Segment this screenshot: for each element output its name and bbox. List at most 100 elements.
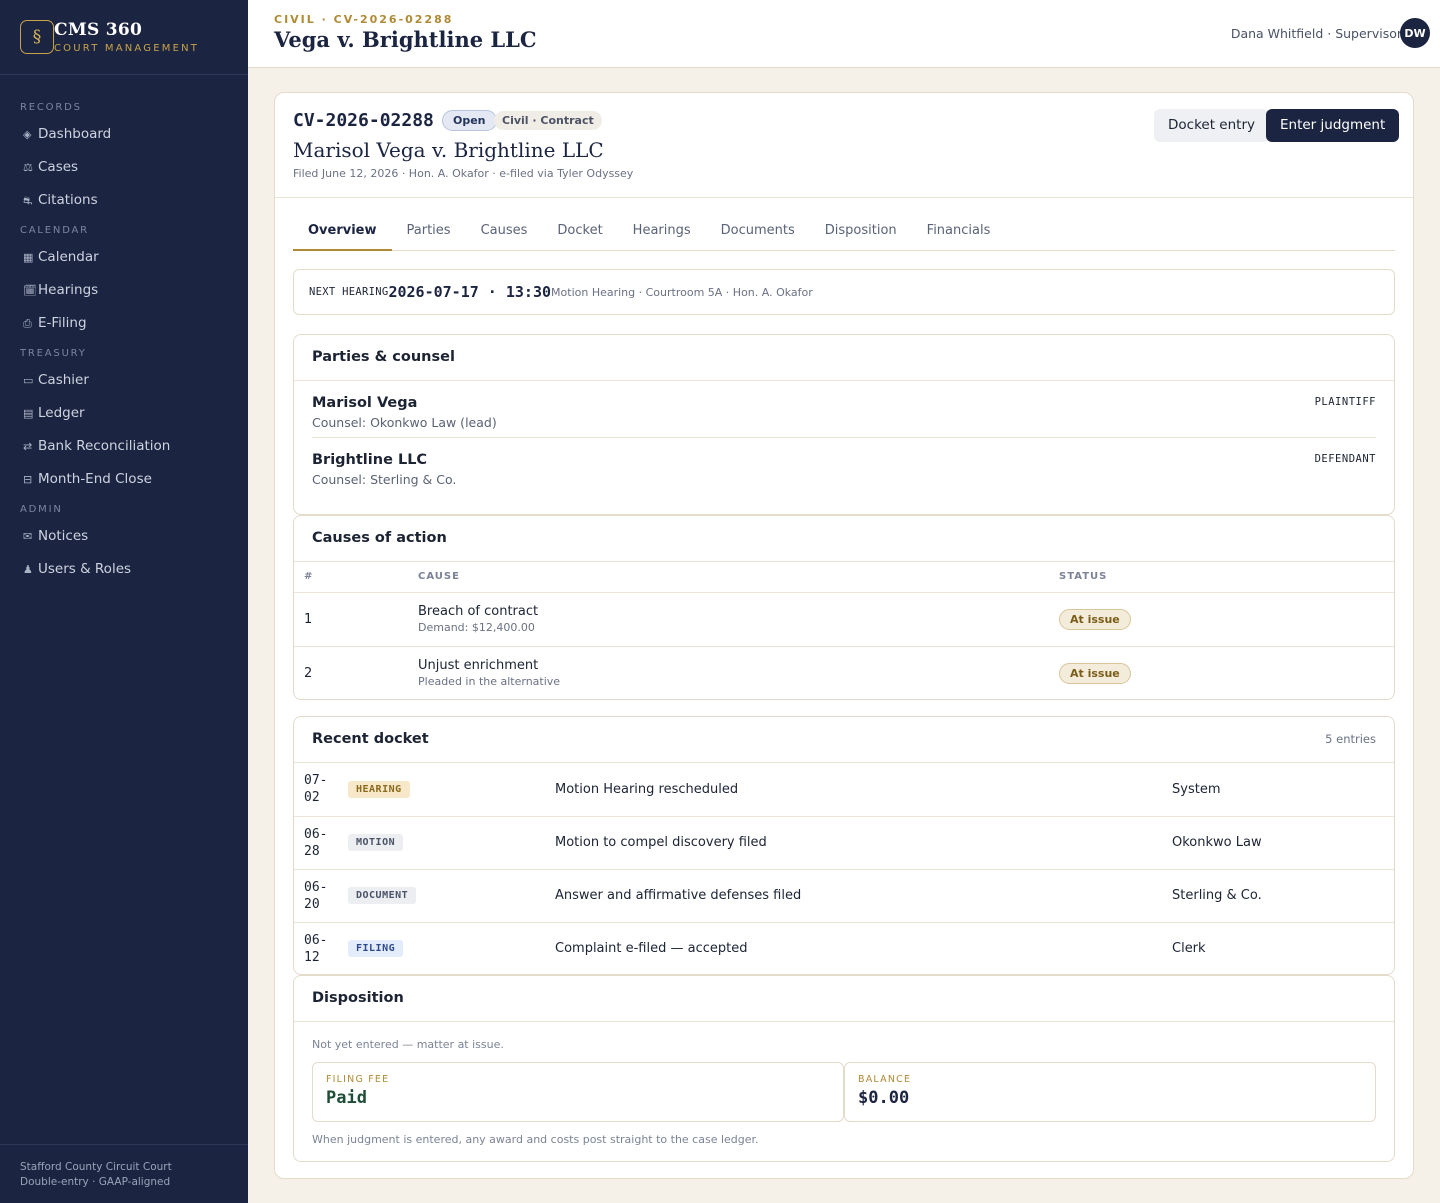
tab-overview[interactable]: Overview <box>293 216 392 251</box>
scales-icon: ⚖ <box>23 161 33 174</box>
docket-tag: HEARING <box>348 780 410 798</box>
sidebar-item-users-roles[interactable]: ♟ Users & Roles <box>0 553 248 586</box>
app-subtitle: COURT MANAGEMENT <box>54 43 200 54</box>
docket-count: 5 entries <box>1325 732 1376 746</box>
cause-detail: Demand: $12,400.00 <box>418 621 535 634</box>
enter-judgment-button[interactable]: Enter judgment <box>1266 109 1400 142</box>
avatar[interactable]: DW <box>1400 18 1430 48</box>
docket-entry: Complaint e-filed — accepted <box>555 941 748 957</box>
brand[interactable]: § CMS 360 COURT MANAGEMENT <box>0 0 248 75</box>
case-card: CV-2026-02288 Open Civil · Contract Mari… <box>274 92 1414 1179</box>
docket-entry-button[interactable]: Docket entry <box>1154 109 1269 142</box>
printer-icon: ⎙ <box>23 317 32 330</box>
date-day: 20 <box>304 896 320 912</box>
docket-table: 07- 02 HEARING Motion Hearing rescheduled… <box>294 763 1394 975</box>
status-cell: At issue <box>1049 646 1394 700</box>
panel-title: Parties & counsel <box>294 335 1394 381</box>
docket-tag: FILING <box>348 940 404 958</box>
disposition-footnote: When judgment is entered, any award and … <box>312 1133 759 1146</box>
date-day: 28 <box>304 843 320 859</box>
breadcrumb[interactable]: CIVIL · CV-2026-02288 <box>274 13 453 26</box>
sidebar-item-label: Calendar <box>38 249 99 265</box>
next-hearing-datetime: 2026-07-17 · 13:30 <box>388 283 552 301</box>
panel-title-text: Recent docket <box>312 731 429 747</box>
date-day: 12 <box>304 949 320 965</box>
list-item[interactable]: Marisol Vega Counsel: Okonkwo Law (lead)… <box>312 381 1376 438</box>
filing-fee-value: Paid <box>326 1088 367 1108</box>
docket-entry: Motion Hearing rescheduled <box>555 763 1172 817</box>
causes-table: # CAUSE STATUS 1 Breach of contract Dema… <box>294 562 1394 700</box>
docket-entry: Motion to compel discovery filed <box>555 816 1172 870</box>
card-icon: ▭ <box>23 374 34 387</box>
cause-number: 2 <box>304 665 313 681</box>
section-logo-icon: § <box>20 20 54 54</box>
column-header: CAUSE <box>408 562 1049 593</box>
list-item[interactable]: Brightline LLC Counsel: Sterling & Co. D… <box>312 438 1376 495</box>
envelope-icon: ✉ <box>23 530 33 543</box>
case-tabs: Overview Parties Causes Docket Hearings … <box>293 216 1395 251</box>
panel-title: Disposition <box>294 976 1394 1022</box>
sidebar-item-cashier[interactable]: ▭ Cashier <box>0 364 248 397</box>
tab-parties[interactable]: Parties <box>392 216 466 251</box>
tab-causes[interactable]: Causes <box>466 216 543 251</box>
table-row[interactable]: 2 Unjust enrichment Pleaded in the alter… <box>294 646 1394 700</box>
sidebar-item-label: E-Filing <box>38 315 87 331</box>
date-month: 06- <box>304 826 328 842</box>
table-row[interactable]: 06- 20 DOCUMENT Answer and affirmative de… <box>294 869 1394 923</box>
sidebar-item-efiling[interactable]: ⎙ E-Filing <box>0 307 248 340</box>
disposition-panel: Disposition Not yet entered — matter at … <box>293 975 1395 1162</box>
docket-author: System <box>1172 763 1394 817</box>
docket-tag: DOCUMENT <box>348 887 417 904</box>
sidebar-item-label: Cases <box>38 159 79 175</box>
sidebar: § CMS 360 COURT MANAGEMENT RECORDS ◈ Dash… <box>0 0 248 1203</box>
status-badge: At issue <box>1059 662 1131 684</box>
tab-financials[interactable]: Financials <box>912 216 1006 251</box>
table-row[interactable]: 06- 12 FILING Complaint e-filed — accepte… <box>294 922 1394 975</box>
sidebar-item-label: Notices <box>38 528 89 544</box>
dashboard-icon: ◈ <box>23 128 32 141</box>
sidebar-item-month-end-close[interactable]: ⊟ Month-End Close <box>0 463 248 496</box>
tab-docket[interactable]: Docket <box>542 216 617 251</box>
sidebar-item-ledger[interactable]: ▤ Ledger <box>0 397 248 430</box>
table-row[interactable]: 06- 28 MOTION Motion to compel discovery … <box>294 816 1394 870</box>
disposition-note: Not yet entered — matter at issue. <box>312 1038 504 1051</box>
cause-name: Breach of contract <box>418 604 539 619</box>
cause-detail: Pleaded in the alternative <box>418 675 561 689</box>
parties-panel: Parties & counsel Marisol Vega Counsel: … <box>293 334 1395 515</box>
user-menu[interactable]: Dana Whitfield · Supervisor DW <box>1231 18 1430 48</box>
sidebar-item-hearings[interactable]: 🗓 Hearings <box>0 274 248 307</box>
balance-value: $0.00 <box>858 1088 910 1108</box>
sidebar-item-notices[interactable]: ✉ Notices <box>0 520 248 553</box>
calendar-spiral-icon: 🗓 <box>23 284 37 297</box>
case-title: Marisol Vega v. Brightline LLC <box>293 138 604 162</box>
app-name: CMS 360 <box>54 20 143 40</box>
exchange-icon: ⇄ <box>23 440 33 453</box>
docket-entry: Answer and affirmative defenses filed <box>555 869 1172 923</box>
calendar-icon: ▦ <box>23 251 34 264</box>
sidebar-item-bank-reconciliation[interactable]: ⇄ Bank Reconciliation <box>0 430 248 463</box>
docket-date: 06- 12 <box>294 922 348 975</box>
sidebar-item-calendar[interactable]: ▦ Calendar <box>0 241 248 274</box>
sidebar-item-dashboard[interactable]: ◈ Dashboard <box>0 118 248 151</box>
sidebar-item-cases[interactable]: ⚖ Cases <box>0 151 248 184</box>
sidebar-item-citations[interactable]: ⛐ Citations <box>0 184 248 217</box>
tab-hearings[interactable]: Hearings <box>618 216 706 251</box>
date-month: 06- <box>304 879 328 895</box>
sidebar-item-label: Bank Reconciliation <box>38 438 171 454</box>
table-row[interactable]: 07- 02 HEARING Motion Hearing rescheduled… <box>294 763 1394 817</box>
party-counsel: Counsel: Okonkwo Law (lead) <box>312 415 497 430</box>
tab-documents[interactable]: Documents <box>706 216 810 251</box>
status-cell: At issue <box>1049 592 1394 647</box>
docket-date: 07- 02 <box>294 763 348 817</box>
next-hearing-banner[interactable]: NEXT HEARING 2026-07-17 · 13:30 Motion H… <box>293 269 1395 315</box>
user-name: Dana Whitfield · Supervisor <box>1230 25 1402 41</box>
ledger-icon: ▤ <box>23 407 34 420</box>
tab-disposition[interactable]: Disposition <box>810 216 912 251</box>
docket-type: MOTION <box>348 816 555 870</box>
car-icon: ⛐ <box>23 194 33 207</box>
panel-title: Causes of action <box>294 516 1394 562</box>
nav-section-calendar: CALENDAR <box>20 225 89 236</box>
table-row[interactable]: 1 Breach of contract Demand: $12,400.00 … <box>294 592 1394 647</box>
causes-panel: Causes of action # CAUSE STATUS 1 Breach… <box>293 515 1395 700</box>
sidebar-item-label: Users & Roles <box>38 561 132 577</box>
